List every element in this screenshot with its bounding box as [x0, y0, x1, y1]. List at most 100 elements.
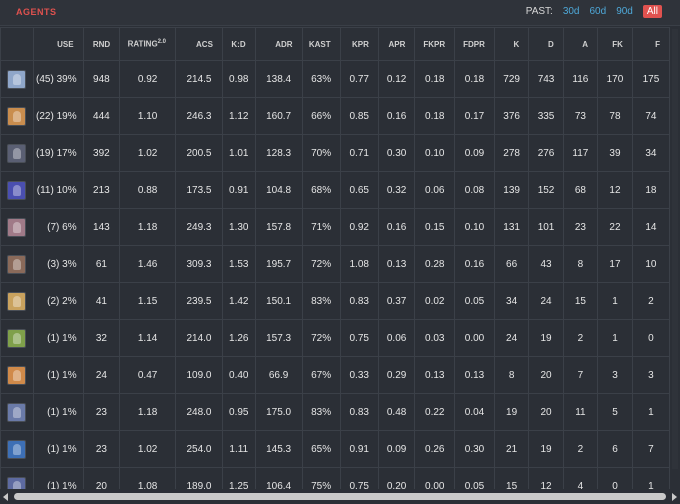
horizontal-scrollbar[interactable]	[0, 489, 680, 504]
cell-acs: 246.3	[175, 97, 223, 135]
cell-kpr: 0.65	[339, 171, 379, 209]
cell-rating: 1.18	[119, 393, 177, 431]
cell-adr: 157.3	[254, 319, 303, 357]
cell-kpr: 0.33	[339, 356, 379, 394]
section-title: AGENTS	[16, 7, 57, 17]
filter-90d[interactable]: 90d	[616, 6, 633, 17]
cell-rating: 1.02	[119, 134, 177, 172]
cell-kpr: 0.83	[339, 393, 379, 431]
agent-avatar-icon	[7, 217, 26, 237]
cell-kpr: 0.75	[339, 467, 379, 489]
table-row[interactable]: (1) 1% 20 1.08 189.0 1.25 106.4 75% 0.75 0.20 0.0…	[0, 467, 670, 489]
cell-fdpr: 0.17	[454, 97, 495, 135]
col-fdpr[interactable]: FDPR	[454, 27, 495, 61]
cell-adr: 106.4	[254, 467, 303, 489]
col-apr[interactable]: APR	[377, 27, 416, 61]
cell-acs: 249.3	[175, 208, 223, 246]
filter-30d[interactable]: 30d	[563, 6, 580, 17]
cell-adr: 150.1	[254, 282, 303, 320]
agent-cell	[0, 430, 34, 468]
cell-rating: 1.02	[119, 430, 177, 468]
vertical-scroll-thumb[interactable]	[672, 29, 678, 469]
cell-rnd: 143	[82, 208, 121, 246]
cell-kd: 0.40	[221, 356, 256, 394]
table-row[interactable]: (1) 1% 32 1.14 214.0 1.26 157.3 72% 0.75 0.06 0.0…	[0, 319, 670, 357]
cell-kast: 67%	[301, 356, 341, 394]
cell-kd: 1.30	[221, 208, 256, 246]
agent-avatar-icon	[7, 328, 26, 348]
col-fkpr[interactable]: FKPR	[414, 27, 456, 61]
cell-fk: 5	[597, 393, 633, 431]
table-row[interactable]: (1) 1% 23 1.02 254.0 1.11 145.3 65% 0.91 0.09 0.2…	[0, 430, 670, 468]
table-row[interactable]: (3) 3% 61 1.46 309.3 1.53 195.7 72% 1.08 0.13 0.2…	[0, 245, 670, 283]
table-row[interactable]: (2) 2% 41 1.15 239.5 1.42 150.1 83% 0.83 0.37 0.0…	[0, 282, 670, 320]
cell-a: 116	[562, 60, 599, 98]
cell-kd: 1.25	[221, 467, 256, 489]
table-row[interactable]: (19) 17% 392 1.02 200.5 1.01 128.3 70% 0.71 0.30…	[0, 134, 670, 172]
cell-kast: 83%	[301, 282, 341, 320]
agent-cell	[0, 393, 34, 431]
cell-k: 21	[493, 430, 530, 468]
cell-apr: 0.30	[377, 134, 416, 172]
cell-apr: 0.37	[377, 282, 416, 320]
col-kd[interactable]: K:D	[221, 27, 256, 61]
scroll-left-arrow-icon[interactable]	[3, 493, 8, 501]
cell-rating: 1.46	[119, 245, 177, 283]
cell-rnd: 32	[82, 319, 121, 357]
col-kast[interactable]: KAST	[301, 27, 341, 61]
col-use[interactable]: USE	[32, 27, 84, 61]
cell-acs: 189.0	[175, 467, 223, 489]
col-kpr[interactable]: KPR	[339, 27, 379, 61]
col-a[interactable]: A	[562, 27, 599, 61]
agent-avatar-icon	[7, 180, 26, 200]
agents-table-container[interactable]: USE RND RATING2.0 ACS K:D ADR KAST KPR A…	[0, 27, 670, 489]
cell-k: 24	[493, 319, 530, 357]
cell-kpr: 0.85	[339, 97, 379, 135]
table-row[interactable]: (1) 1% 24 0.47 109.0 0.40 66.9 67% 0.33 0.29 0.13…	[0, 356, 670, 394]
cell-fdpr: 0.00	[454, 319, 495, 357]
scroll-right-arrow-icon[interactable]	[672, 493, 677, 501]
agents-header: AGENTS PAST: 30d 60d 90d All	[0, 0, 680, 26]
cell-apr: 0.48	[377, 393, 416, 431]
cell-rnd: 24	[82, 356, 121, 394]
cell-use: (1) 1%	[32, 430, 84, 468]
cell-fdpr: 0.16	[454, 245, 495, 283]
cell-rnd: 213	[82, 171, 121, 209]
cell-kpr: 1.08	[339, 245, 379, 283]
cell-use: (3) 3%	[32, 245, 84, 283]
table-row[interactable]: (45) 39% 948 0.92 214.5 0.98 138.4 63% 0.77 0.12…	[0, 60, 670, 98]
table-row[interactable]: (7) 6% 143 1.18 249.3 1.30 157.8 71% 0.92 0.16 0.…	[0, 208, 670, 246]
col-fk[interactable]: FK	[597, 27, 633, 61]
agent-avatar-icon	[7, 143, 26, 163]
cell-k: 66	[493, 245, 530, 283]
agent-cell	[0, 134, 34, 172]
filter-60d[interactable]: 60d	[590, 6, 607, 17]
cell-acs: 109.0	[175, 356, 223, 394]
agents-table: USE RND RATING2.0 ACS K:D ADR KAST KPR A…	[0, 27, 670, 489]
cell-use: (1) 1%	[32, 467, 84, 489]
horizontal-scroll-thumb[interactable]	[14, 493, 666, 500]
col-adr[interactable]: ADR	[254, 27, 303, 61]
table-row[interactable]: (22) 19% 444 1.10 246.3 1.12 160.7 66% 0.85 0.16…	[0, 97, 670, 135]
filter-all[interactable]: All	[642, 5, 662, 18]
col-rnd[interactable]: RND	[82, 27, 121, 61]
cell-use: (1) 1%	[32, 356, 84, 394]
cell-a: 7	[562, 356, 599, 394]
agent-cell	[0, 208, 34, 246]
col-fd[interactable]: F	[631, 27, 670, 61]
col-d[interactable]: D	[528, 27, 564, 61]
col-k[interactable]: K	[493, 27, 530, 61]
cell-kast: 65%	[301, 430, 341, 468]
table-row[interactable]: (1) 1% 23 1.18 248.0 0.95 175.0 83% 0.83 0.48 0.2…	[0, 393, 670, 431]
agent-cell	[0, 60, 34, 98]
cell-d: 12	[528, 467, 564, 489]
table-row[interactable]: (11) 10% 213 0.88 173.5 0.91 104.8 68% 0.65 0.32…	[0, 171, 670, 209]
cell-fk: 12	[597, 171, 633, 209]
col-acs[interactable]: ACS	[175, 27, 223, 61]
vertical-scrollbar[interactable]	[670, 27, 680, 489]
cell-a: 117	[562, 134, 599, 172]
cell-fdpr: 0.08	[454, 171, 495, 209]
col-rating[interactable]: RATING2.0	[119, 27, 177, 61]
cell-apr: 0.32	[377, 171, 416, 209]
cell-kd: 1.12	[221, 97, 256, 135]
